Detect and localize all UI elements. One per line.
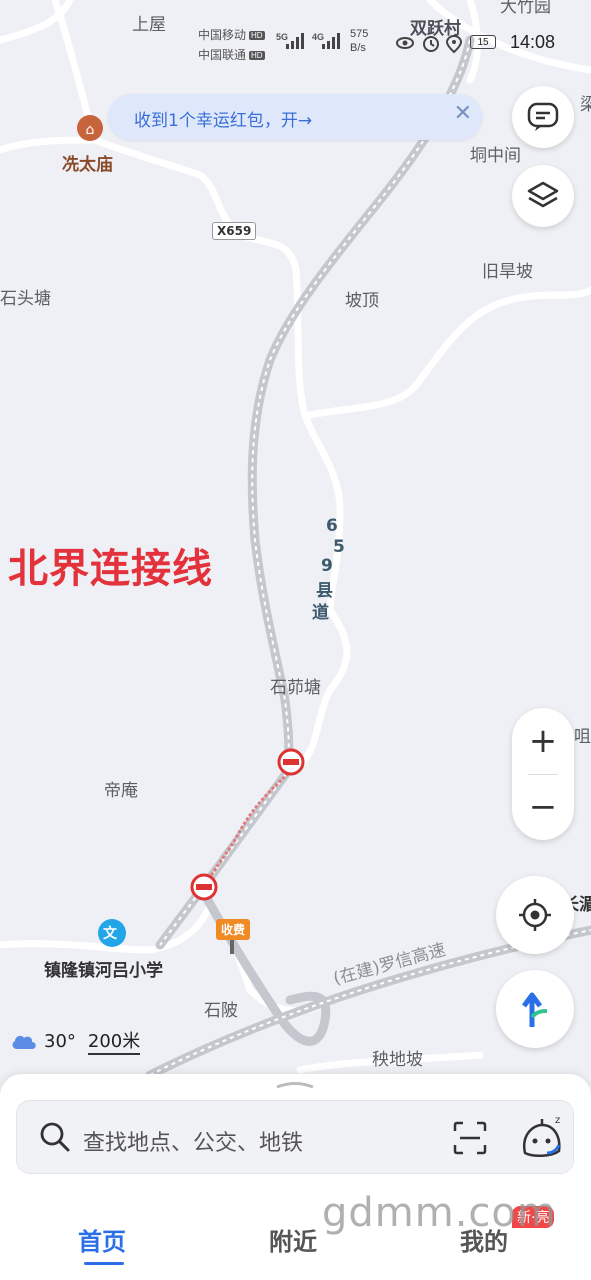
zoom-control: + − xyxy=(512,708,574,840)
tab-active-indicator xyxy=(84,1262,124,1265)
voice-assistant-icon[interactable]: z xyxy=(517,1113,567,1163)
map-label[interactable]: 石陂 xyxy=(204,996,238,1021)
map-label[interactable]: 帝庵 xyxy=(104,776,138,801)
carrier-1: 中国移动 HD xyxy=(198,28,265,42)
weather-scale: 30° 200米 xyxy=(10,1027,141,1055)
no-entry-marker[interactable] xyxy=(190,873,218,901)
signal-icon xyxy=(322,33,340,49)
layers-button[interactable] xyxy=(512,165,574,227)
map-label-temple[interactable]: 冼太庙 xyxy=(62,150,113,175)
zoom-out-button[interactable]: − xyxy=(512,774,574,840)
status-bar: 中国移动 HD 中国联通 HD 5G 4G 575 B/s 15 14:08 xyxy=(0,0,591,80)
map-label[interactable]: 石茆塘 xyxy=(270,673,321,698)
locate-icon xyxy=(519,899,551,931)
county-road-label: 9 xyxy=(321,556,333,576)
tab-nearby[interactable]: 附近 xyxy=(269,1222,317,1257)
map-label-school[interactable]: 镇隆镇河吕小学 xyxy=(44,956,163,981)
promo-banner[interactable]: 收到1个幸运红包，开→ ✕ xyxy=(108,94,482,140)
message-button[interactable] xyxy=(512,86,574,148)
carrier-2: 中国联通 HD xyxy=(198,48,265,62)
scan-icon[interactable] xyxy=(453,1121,487,1155)
map-label[interactable]: 垌中间 xyxy=(470,141,521,166)
temperature: 30° xyxy=(44,1030,76,1052)
search-icon xyxy=(40,1122,70,1152)
map-label[interactable]: 旧旱坡 xyxy=(482,257,533,282)
temple-poi-icon[interactable]: ⌂ xyxy=(77,115,103,141)
map-label[interactable]: 梁 xyxy=(580,90,591,115)
layers-icon xyxy=(527,181,559,208)
no-entry-marker[interactable] xyxy=(277,748,305,776)
map-label[interactable]: 石头塘 xyxy=(0,284,51,309)
eye-icon xyxy=(396,37,414,49)
battery-icon: 15 xyxy=(470,35,496,49)
svg-text:⌂: ⌂ xyxy=(86,122,95,138)
location-icon xyxy=(445,34,463,54)
bottom-panel: 查找地点、公交、地铁 z 首页 附近 我的 xyxy=(0,1074,591,1280)
county-road-label: 6 xyxy=(326,516,338,536)
county-road-label: 5 xyxy=(333,537,345,557)
map-label[interactable]: 坡顶 xyxy=(345,286,379,311)
alarm-icon xyxy=(423,36,439,52)
cloud-icon xyxy=(12,1035,36,1049)
svg-text:z: z xyxy=(555,1115,560,1126)
route-button[interactable] xyxy=(496,970,574,1048)
toll-gate xyxy=(230,940,234,954)
message-icon xyxy=(527,102,559,131)
map-label[interactable]: 咀 xyxy=(574,722,591,747)
search-bar[interactable]: 查找地点、公交、地铁 z xyxy=(16,1100,574,1174)
watermark: gdmm.com xyxy=(322,1190,557,1236)
signal-icon xyxy=(286,33,304,49)
toll-badge[interactable]: 收费 xyxy=(216,919,251,940)
county-road-label: 道 xyxy=(312,603,329,623)
promo-banner-text[interactable]: 收到1个幸运红包，开→ xyxy=(134,106,312,131)
net-speed: 575 B/s xyxy=(350,28,369,54)
road-badge: X659 xyxy=(212,222,257,240)
map-scale: 200米 xyxy=(87,1027,141,1055)
drag-handle[interactable] xyxy=(275,1082,315,1088)
status-time: 14:08 xyxy=(510,32,556,52)
close-icon[interactable]: ✕ xyxy=(454,101,472,126)
tab-home[interactable]: 首页 xyxy=(78,1222,126,1257)
status-icons xyxy=(396,34,463,54)
zoom-in-button[interactable]: + xyxy=(512,708,574,774)
map-label[interactable]: 秧地坡 xyxy=(372,1045,423,1070)
route-arrow-icon xyxy=(521,992,548,1027)
annotation-text: 北界连接线 xyxy=(8,546,213,592)
locate-button[interactable] xyxy=(496,876,574,954)
school-icon-glyph: 文 xyxy=(103,926,117,942)
search-input[interactable]: 查找地点、公交、地铁 xyxy=(83,1125,303,1157)
